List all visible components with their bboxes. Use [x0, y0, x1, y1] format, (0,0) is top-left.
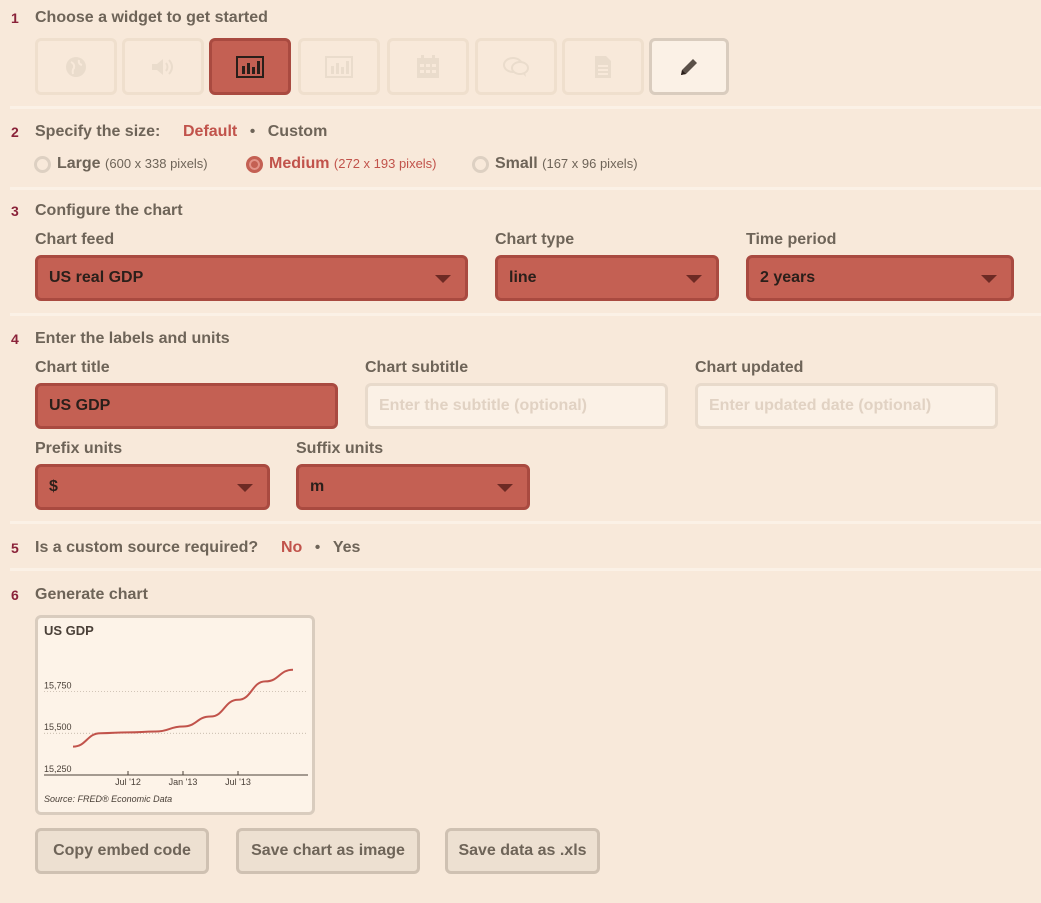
step-labels: 4 Enter the labels and units Chart title…: [0, 316, 1041, 524]
widget-table-chart-button[interactable]: [298, 38, 380, 95]
chart-updated-placeholder: Enter updated date (optional): [709, 397, 932, 414]
suffix-units-select[interactable]: m: [296, 464, 530, 510]
chevron-down-icon: [686, 275, 702, 283]
prefix-units-value: $: [49, 478, 58, 495]
widget-document-button[interactable]: [562, 38, 644, 95]
size-mode-toggle: Default • Custom: [183, 123, 327, 141]
chevron-down-icon: [981, 275, 997, 283]
step-number: 4: [11, 331, 19, 347]
suffix-units-value: m: [310, 478, 325, 495]
step-title: Choose a widget to get started: [35, 9, 268, 26]
chart-type-label: Chart type: [495, 231, 575, 248]
globe-icon: [65, 56, 87, 78]
chevron-down-icon: [435, 275, 451, 283]
separator: •: [314, 539, 321, 556]
step-title: Specify the size:: [35, 123, 161, 140]
step-source: 5 Is a custom source required? No • Yes: [0, 524, 1041, 570]
y-tick-label: 15,250: [44, 764, 72, 774]
step-title: Is a custom source required?: [35, 539, 259, 556]
time-period-label: Time period: [746, 231, 837, 248]
chart-subtitle-label: Chart subtitle: [365, 359, 469, 376]
chart-subtitle-placeholder: Enter the subtitle (optional): [379, 397, 587, 414]
chart-title-field[interactable]: US GDP: [35, 383, 338, 429]
widget-comments-button[interactable]: [475, 38, 557, 95]
step-title: Generate chart: [35, 586, 148, 603]
custom-source-no-link[interactable]: No: [281, 539, 302, 556]
custom-source-toggle: No • Yes: [281, 539, 360, 557]
size-large-dims: (600 x 338 pixels): [105, 156, 208, 171]
widget-audio-button[interactable]: [122, 38, 204, 95]
calendar-icon: [416, 54, 440, 79]
y-tick-label: 15,500: [44, 722, 72, 732]
speaker-icon: [150, 57, 176, 77]
step-number: 5: [11, 540, 19, 556]
document-icon: [594, 55, 612, 79]
save-data-xls-button[interactable]: Save data as .xls: [445, 828, 600, 874]
step-title: Configure the chart: [35, 202, 183, 219]
widget-chart-button[interactable]: [209, 38, 291, 95]
chart-updated-field[interactable]: Enter updated date (optional): [695, 383, 998, 429]
size-small-dims: (167 x 96 pixels): [542, 156, 638, 171]
size-medium-radio[interactable]: [246, 156, 263, 173]
step-number: 2: [11, 124, 19, 140]
save-chart-image-button[interactable]: Save chart as image: [236, 828, 420, 874]
x-tick-label: Jul '13: [225, 777, 251, 787]
chart-svg: US GDP 15,250 15,500 15,750 Jul '12 Jan '13…: [44, 623, 308, 804]
chevron-down-icon: [497, 484, 513, 492]
size-small-option[interactable]: Small (167 x 96 pixels): [495, 155, 638, 173]
step-number: 6: [11, 587, 19, 603]
step-number: 1: [11, 10, 19, 26]
prefix-units-select[interactable]: $: [35, 464, 270, 510]
chevron-down-icon: [237, 484, 253, 492]
x-tick-label: Jan '13: [169, 777, 198, 787]
chart-title-label: Chart title: [35, 359, 110, 376]
time-period-select[interactable]: 2 years: [746, 255, 1014, 301]
pencil-icon: [678, 56, 700, 78]
step-title: Enter the labels and units: [35, 330, 230, 347]
step-number: 3: [11, 203, 19, 219]
suffix-units-label: Suffix units: [296, 440, 384, 457]
time-period-value: 2 years: [760, 269, 816, 286]
bar-chart-outline-icon: [325, 55, 353, 78]
size-large-option[interactable]: Large (600 x 338 pixels): [57, 155, 208, 173]
size-default-link[interactable]: Default: [183, 123, 237, 140]
chart-updated-label: Chart updated: [695, 359, 804, 376]
chart-type-value: line: [509, 269, 537, 286]
chart-title-value: US GDP: [49, 397, 111, 414]
widget-calendar-button[interactable]: [387, 38, 469, 95]
copy-embed-code-button[interactable]: Copy embed code: [35, 828, 209, 874]
size-large-radio[interactable]: [34, 156, 51, 173]
size-medium-label: Medium: [269, 155, 330, 172]
series-line: [72, 668, 294, 748]
y-tick-label: 15,750: [44, 680, 72, 690]
chart-subtitle-field[interactable]: Enter the subtitle (optional): [365, 383, 668, 429]
chart-source: Source: FRED® Economic Data: [44, 794, 172, 804]
widget-globe-button[interactable]: [35, 38, 117, 95]
widget-custom-button[interactable]: [649, 38, 729, 95]
size-large-label: Large: [57, 155, 101, 172]
chart-feed-label: Chart feed: [35, 231, 115, 248]
size-small-radio[interactable]: [472, 156, 489, 173]
section-divider: [10, 106, 1041, 109]
size-small-label: Small: [495, 155, 538, 172]
step-size: 2 Specify the size: Default • Custom Lar…: [0, 110, 1041, 190]
prefix-units-label: Prefix units: [35, 440, 123, 457]
x-tick-label: Jul '12: [115, 777, 141, 787]
chart-type-select[interactable]: line: [495, 255, 719, 301]
bar-chart-icon: [236, 55, 264, 78]
chart-title: US GDP: [44, 623, 94, 638]
size-custom-link[interactable]: Custom: [268, 123, 328, 140]
chart-feed-select[interactable]: US real GDP: [35, 255, 468, 301]
chart-preview: US GDP 15,250 15,500 15,750 Jul '12 Jan '13…: [35, 615, 315, 815]
size-medium-option[interactable]: Medium (272 x 193 pixels): [269, 155, 437, 173]
speech-bubbles-icon: [502, 56, 530, 78]
size-medium-dims: (272 x 193 pixels): [333, 156, 437, 171]
step-choose-widget: 1 Choose a widget to get started: [0, 0, 1041, 110]
chart-feed-value: US real GDP: [49, 269, 144, 286]
custom-source-yes-link[interactable]: Yes: [333, 539, 361, 556]
separator: •: [249, 123, 256, 140]
step-configure: 3 Configure the chart Chart feed US real…: [0, 190, 1041, 315]
